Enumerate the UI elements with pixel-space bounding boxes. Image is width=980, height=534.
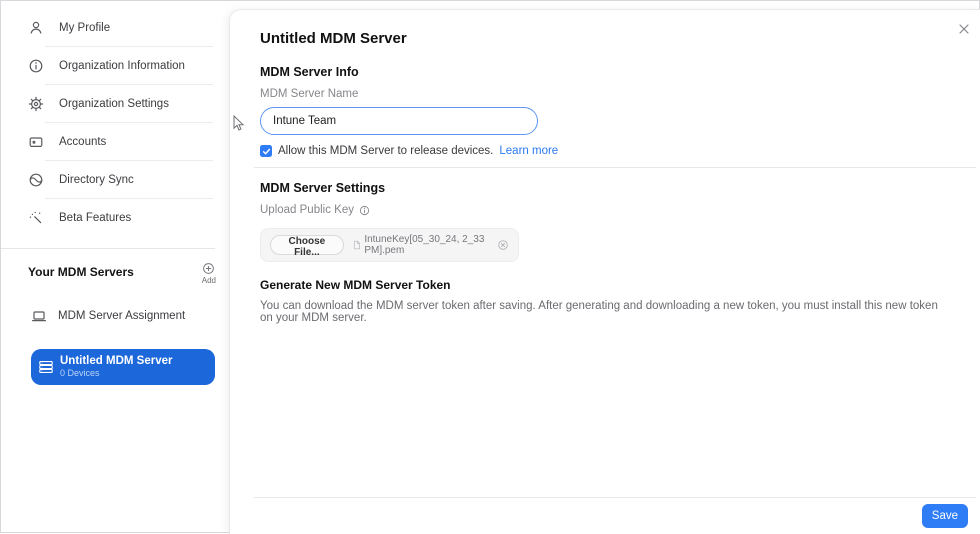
server-info-heading: MDM Server Info: [260, 65, 951, 79]
sidebar-item-organization-settings[interactable]: Organization Settings: [1, 85, 229, 122]
sidebar-item-label: Beta Features: [59, 212, 131, 224]
server-name-input[interactable]: [260, 107, 538, 135]
sidebar-item-untitled-mdm-server[interactable]: Untitled MDM Server 0 Devices: [31, 349, 215, 385]
sidebar-item-label: My Profile: [59, 22, 110, 34]
add-label: Add: [202, 276, 216, 285]
save-button[interactable]: Save: [922, 504, 968, 528]
remove-file-button[interactable]: [497, 239, 509, 251]
sidebar-item-mdm-server-assignment[interactable]: MDM Server Assignment: [1, 297, 229, 335]
sidebar-item-beta-features[interactable]: Beta Features: [1, 199, 229, 236]
directory-sync-icon: [28, 172, 44, 188]
learn-more-link[interactable]: Learn more: [499, 145, 558, 157]
close-button[interactable]: [957, 22, 971, 36]
sidebar-nav: My Profile Organization Information Orga…: [1, 1, 229, 236]
public-key-upload-box: Choose File... IntuneKey[05_30_24, 2_33 …: [260, 228, 519, 262]
info-circle-icon[interactable]: [359, 205, 370, 216]
sidebar-item-label: Untitled MDM Server: [60, 355, 172, 368]
sidebar-item-organization-information[interactable]: Organization Information: [1, 47, 229, 84]
upload-public-key-row: Upload Public Key: [260, 204, 951, 216]
close-icon: [959, 24, 969, 34]
checkmark-icon: [262, 147, 271, 156]
release-devices-checkbox[interactable]: [260, 145, 272, 157]
laptop-icon: [31, 308, 47, 324]
accounts-icon: [28, 134, 44, 150]
magic-wand-icon: [28, 210, 44, 226]
token-section-heading: Generate New MDM Server Token: [260, 278, 951, 292]
choose-file-button[interactable]: Choose File...: [270, 235, 344, 255]
sidebar-item-label: Directory Sync: [59, 174, 134, 186]
release-devices-label: Allow this MDM Server to release devices…: [278, 145, 493, 157]
device-count: 0 Devices: [60, 368, 172, 378]
uploaded-file-name: IntuneKey[05_30_24, 2_33 PM].pem: [364, 234, 488, 256]
person-icon: [28, 20, 44, 36]
uploaded-file-chip: IntuneKey[05_30_24, 2_33 PM].pem: [353, 234, 488, 256]
gear-icon: [28, 96, 44, 112]
sidebar: My Profile Organization Information Orga…: [1, 1, 229, 532]
remove-circle-icon: [497, 239, 509, 251]
add-mdm-server-button[interactable]: Add: [202, 262, 216, 285]
server-settings-section: MDM Server Settings Upload Public Key Ch…: [230, 168, 980, 324]
release-devices-row: Allow this MDM Server to release devices…: [260, 145, 951, 157]
mdm-server-panel: Untitled MDM Server MDM Server Info MDM …: [229, 9, 980, 534]
sidebar-item-label: Organization Information: [59, 60, 185, 72]
token-section-description: You can download the MDM server token af…: [260, 300, 951, 324]
server-settings-heading: MDM Server Settings: [260, 181, 951, 195]
sidebar-item-label: MDM Server Assignment: [58, 310, 185, 322]
sidebar-item-label: Organization Settings: [59, 98, 169, 110]
server-name-label: MDM Server Name: [260, 88, 951, 100]
mdm-servers-title: Your MDM Servers: [28, 262, 134, 279]
sidebar-item-my-profile[interactable]: My Profile: [1, 9, 229, 46]
mdm-servers-header: Your MDM Servers Add: [1, 249, 229, 285]
page-title: Untitled MDM Server: [260, 30, 951, 47]
sidebar-item-directory-sync[interactable]: Directory Sync: [1, 161, 229, 198]
sidebar-item-label: Accounts: [59, 136, 106, 148]
server-icon: [38, 359, 54, 375]
upload-public-key-label: Upload Public Key: [260, 204, 354, 216]
info-icon: [28, 58, 44, 74]
document-icon: [353, 239, 361, 251]
panel-footer: Save: [230, 497, 980, 534]
sidebar-item-accounts[interactable]: Accounts: [1, 123, 229, 160]
add-circle-icon: [202, 262, 215, 275]
server-info-section: Untitled MDM Server MDM Server Info MDM …: [230, 10, 980, 157]
